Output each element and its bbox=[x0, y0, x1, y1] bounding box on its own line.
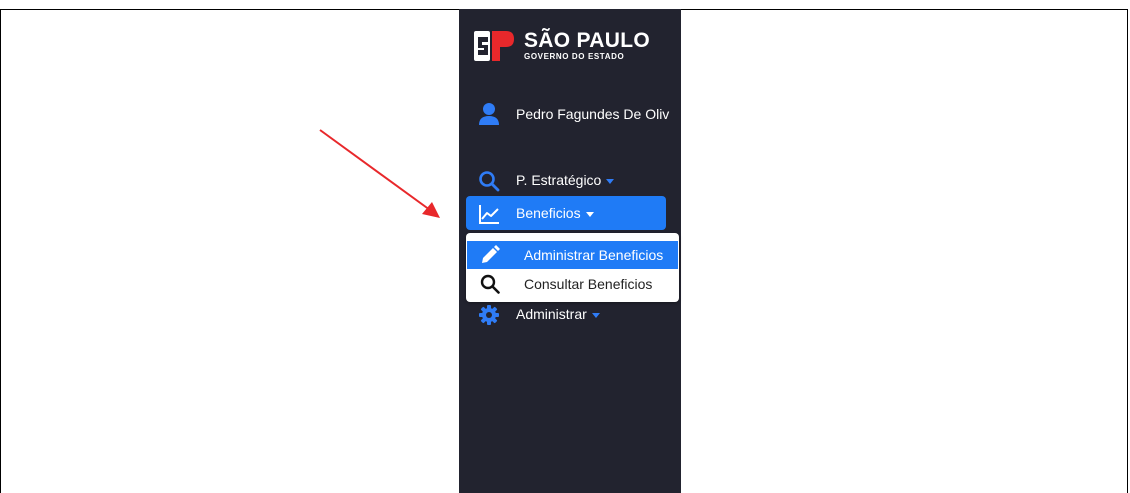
brand-subtitle: GOVERNO DO ESTADO bbox=[524, 52, 625, 61]
nav-item-label: P. Estratégico bbox=[516, 172, 615, 188]
brand-title: SÃO PAULO bbox=[524, 29, 650, 52]
sp-logo-icon bbox=[474, 31, 514, 61]
gear-icon bbox=[479, 305, 499, 325]
caret-down-icon bbox=[606, 178, 615, 184]
brand-logo[interactable]: SÃO PAULO GOVERNO DO ESTADO bbox=[474, 29, 654, 63]
red-arrow-icon bbox=[319, 129, 440, 218]
caret-down-icon bbox=[591, 312, 600, 318]
menu-item-label: Administrar Beneficios bbox=[524, 247, 664, 263]
nav-item-label: Administrar bbox=[516, 306, 600, 322]
chart-line-icon bbox=[479, 205, 499, 224]
user-icon bbox=[479, 103, 499, 125]
menu-item-administrar-beneficios[interactable]: Administrar Beneficios bbox=[467, 241, 678, 269]
nav-item-administrar[interactable]: Administrar bbox=[466, 297, 666, 331]
beneficios-dropdown-menu: Administrar Beneficios Consultar Benefic… bbox=[466, 233, 679, 302]
pencil-icon bbox=[482, 245, 500, 263]
caret-down-icon bbox=[585, 211, 594, 217]
nav-item-beneficios[interactable]: Beneficios bbox=[466, 196, 666, 230]
search-icon bbox=[480, 274, 500, 294]
nav-item-p-estrategico[interactable]: P. Estratégico bbox=[466, 163, 666, 197]
nav-item-label: Beneficios bbox=[516, 205, 594, 221]
search-icon bbox=[479, 171, 500, 192]
menu-item-label: Consultar Beneficios bbox=[524, 276, 653, 292]
user-name: Pedro Fagundes De Oliv bbox=[516, 106, 670, 122]
menu-item-consultar-beneficios[interactable]: Consultar Beneficios bbox=[467, 270, 678, 298]
user-profile[interactable]: Pedro Fagundes De Oliv bbox=[478, 102, 681, 128]
